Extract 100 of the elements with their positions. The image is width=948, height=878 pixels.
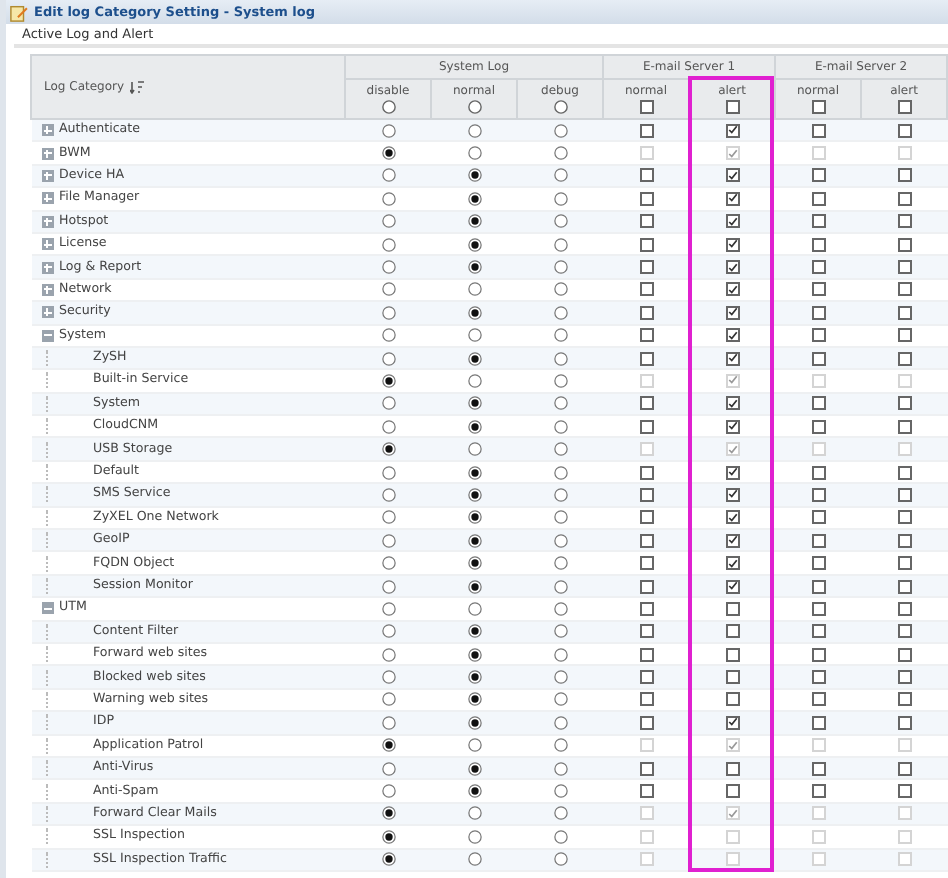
expand-toggle-icon[interactable] xyxy=(41,261,53,274)
alert-checkbox[interactable] xyxy=(639,761,653,776)
alert-checkbox[interactable] xyxy=(725,624,739,639)
log-level-radio[interactable] xyxy=(553,237,567,252)
alert-checkbox[interactable] xyxy=(725,670,739,685)
log-level-radio[interactable] xyxy=(467,123,481,138)
expand-toggle-icon[interactable] xyxy=(41,215,53,228)
log-level-radio[interactable] xyxy=(467,260,481,275)
log-level-radio[interactable] xyxy=(467,282,481,297)
alert-checkbox[interactable] xyxy=(725,465,739,480)
alert-checkbox[interactable] xyxy=(811,647,825,662)
log-level-radio[interactable] xyxy=(467,328,481,343)
alert-checkbox[interactable] xyxy=(811,123,825,138)
log-level-radio[interactable] xyxy=(467,419,481,434)
alert-checkbox[interactable] xyxy=(811,670,825,685)
alert-checkbox[interactable] xyxy=(897,123,911,138)
log-level-radio[interactable] xyxy=(553,396,567,411)
log-level-radio[interactable] xyxy=(553,784,567,799)
alert-checkbox[interactable] xyxy=(639,419,653,434)
alert-checkbox[interactable] xyxy=(811,784,825,799)
alert-checkbox[interactable] xyxy=(897,419,911,434)
alert-checkbox[interactable] xyxy=(811,601,825,616)
select-all-checkbox[interactable] xyxy=(811,100,825,114)
alert-checkbox[interactable] xyxy=(897,260,911,275)
alert-checkbox[interactable] xyxy=(725,761,739,776)
alert-checkbox[interactable] xyxy=(639,670,653,685)
log-level-radio[interactable] xyxy=(381,715,395,730)
select-all-radio[interactable] xyxy=(381,100,395,114)
select-all-checkbox[interactable] xyxy=(897,100,911,114)
alert-checkbox[interactable] xyxy=(811,396,825,411)
alert-checkbox[interactable] xyxy=(811,715,825,730)
alert-checkbox[interactable] xyxy=(811,260,825,275)
log-level-radio[interactable] xyxy=(553,510,567,525)
log-level-radio[interactable] xyxy=(553,260,567,275)
alert-checkbox[interactable] xyxy=(897,191,911,206)
alert-checkbox[interactable] xyxy=(811,556,825,571)
alert-checkbox[interactable] xyxy=(811,692,825,707)
log-level-radio[interactable] xyxy=(381,761,395,776)
log-level-radio[interactable] xyxy=(553,351,567,366)
alert-checkbox[interactable] xyxy=(725,510,739,525)
alert-checkbox[interactable] xyxy=(811,487,825,502)
alert-checkbox[interactable] xyxy=(639,282,653,297)
log-level-radio[interactable] xyxy=(467,487,481,502)
log-level-radio[interactable] xyxy=(467,692,481,707)
log-level-radio[interactable] xyxy=(467,624,481,639)
alert-checkbox[interactable] xyxy=(639,556,653,571)
alert-checkbox[interactable] xyxy=(897,305,911,320)
alert-checkbox[interactable] xyxy=(811,328,825,343)
alert-checkbox[interactable] xyxy=(811,214,825,229)
alert-checkbox[interactable] xyxy=(725,168,739,183)
alert-checkbox[interactable] xyxy=(639,396,653,411)
alert-checkbox[interactable] xyxy=(725,487,739,502)
alert-checkbox[interactable] xyxy=(811,237,825,252)
alert-checkbox[interactable] xyxy=(725,282,739,297)
log-level-radio[interactable] xyxy=(381,692,395,707)
log-level-radio[interactable] xyxy=(381,351,395,366)
expand-toggle-icon[interactable] xyxy=(41,238,53,251)
log-level-radio[interactable] xyxy=(467,579,481,593)
expand-toggle-icon[interactable] xyxy=(41,602,53,615)
log-level-radio[interactable] xyxy=(553,533,567,548)
alert-checkbox[interactable] xyxy=(725,123,739,138)
log-level-radio[interactable] xyxy=(467,533,481,548)
log-level-radio[interactable] xyxy=(467,715,481,730)
log-level-radio[interactable] xyxy=(467,556,481,571)
alert-checkbox[interactable] xyxy=(725,419,739,434)
alert-checkbox[interactable] xyxy=(897,579,911,593)
alert-checkbox[interactable] xyxy=(897,465,911,480)
alert-checkbox[interactable] xyxy=(897,556,911,571)
alert-checkbox[interactable] xyxy=(725,214,739,229)
log-level-radio[interactable] xyxy=(381,214,395,229)
log-level-radio[interactable] xyxy=(381,419,395,434)
log-level-radio[interactable] xyxy=(553,419,567,434)
alert-checkbox[interactable] xyxy=(725,351,739,366)
alert-checkbox[interactable] xyxy=(725,647,739,662)
expand-toggle-icon[interactable] xyxy=(41,283,53,296)
log-level-radio[interactable] xyxy=(553,715,567,730)
log-level-radio[interactable] xyxy=(467,305,481,320)
log-level-radio[interactable] xyxy=(467,465,481,480)
select-all-radio[interactable] xyxy=(467,100,481,114)
alert-checkbox[interactable] xyxy=(811,168,825,183)
log-level-radio[interactable] xyxy=(467,670,481,685)
alert-checkbox[interactable] xyxy=(725,601,739,616)
alert-checkbox[interactable] xyxy=(639,784,653,799)
log-level-radio[interactable] xyxy=(467,396,481,411)
log-level-radio[interactable] xyxy=(467,784,481,799)
alert-checkbox[interactable] xyxy=(897,351,911,366)
alert-checkbox[interactable] xyxy=(639,715,653,730)
log-level-radio[interactable] xyxy=(381,624,395,639)
alert-checkbox[interactable] xyxy=(897,214,911,229)
log-level-radio[interactable] xyxy=(381,282,395,297)
log-level-radio[interactable] xyxy=(553,328,567,343)
log-level-radio[interactable] xyxy=(467,510,481,525)
alert-checkbox[interactable] xyxy=(725,260,739,275)
log-level-radio[interactable] xyxy=(381,647,395,662)
alert-checkbox[interactable] xyxy=(897,396,911,411)
alert-checkbox[interactable] xyxy=(639,624,653,639)
alert-checkbox[interactable] xyxy=(639,168,653,183)
log-level-radio[interactable] xyxy=(381,123,395,138)
log-level-radio[interactable] xyxy=(381,533,395,548)
alert-checkbox[interactable] xyxy=(639,351,653,366)
